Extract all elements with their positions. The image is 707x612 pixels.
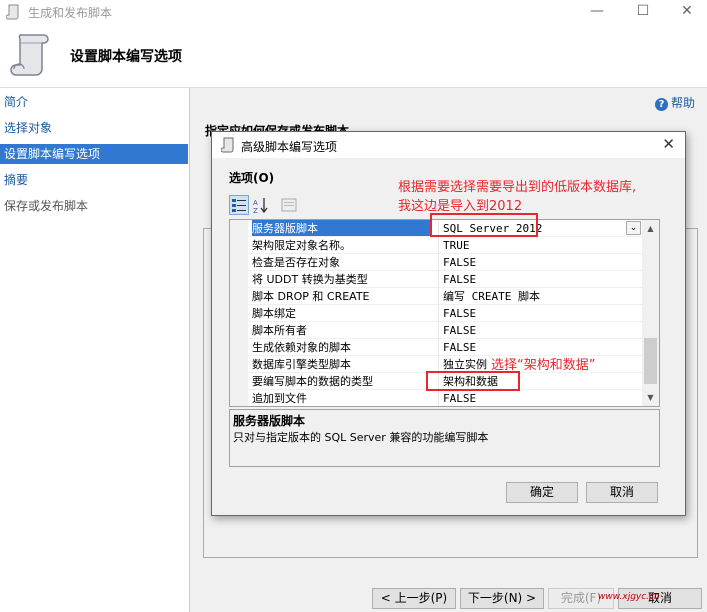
ok-button[interactable]: 确定 [506,482,578,503]
scroll-up-icon[interactable]: ▲ [642,220,659,237]
property-value[interactable]: FALSE [438,390,643,406]
property-name: 追加到文件 [252,392,307,405]
svg-text:A: A [253,199,258,207]
sidebar-item-intro[interactable]: 简介 [0,92,188,112]
minimize-button[interactable]: — [575,0,619,24]
property-value[interactable]: FALSE [438,254,643,271]
property-name: 脚本所有者 [252,324,307,337]
scrollbar-thumb[interactable] [644,338,657,384]
property-row[interactable]: 检查是否存在对象 FALSE [248,254,643,271]
property-value[interactable]: 编写 CREATE 脚本 [438,288,643,305]
help-icon: ? [655,98,668,111]
dropdown-arrow-icon[interactable]: ⌄ [626,221,641,235]
script-scroll-icon [6,4,19,20]
sidebar-item-summary[interactable]: 摘要 [0,170,188,190]
page-title: 设置脚本编写选项 [70,49,182,65]
property-value[interactable]: FALSE [438,305,643,322]
next-button[interactable]: 下一步(N) > [460,588,544,609]
sidebar: 简介 选择对象 设置脚本编写选项 摘要 保存或发布脚本 [0,88,190,612]
property-value[interactable]: FALSE [438,322,643,339]
property-description-panel: 服务器版脚本 只对与指定版本的 SQL Server 兼容的功能编写脚本 [229,409,660,467]
property-value[interactable]: TRUE [438,237,643,254]
svg-text:Z: Z [253,207,258,214]
window-close-button[interactable]: ✕ [665,0,707,24]
property-row[interactable]: 将 UDDT 转换为基类型 FALSE [248,271,643,288]
property-value[interactable]: FALSE [438,271,643,288]
property-name: 架构限定对象名称。 [252,239,351,252]
property-name: 数据库引擎类型脚本 [252,358,351,371]
dialog-title: 高级脚本编写选项 [241,140,338,154]
maximize-button[interactable]: ☐ [621,0,665,24]
window-title-bar: 生成和发布脚本 — ☐ ✕ [0,0,707,24]
help-link[interactable]: ? 帮助 [655,94,695,111]
property-pages-icon [279,195,299,215]
property-name: 生成依赖对象的脚本 [252,341,351,354]
categorized-view-icon[interactable] [229,195,249,215]
annotation-note-line2: 我这边是导入到2012 [398,199,523,214]
script-scroll-icon [10,34,49,76]
property-row[interactable]: 脚本绑定 FALSE [248,305,643,322]
sidebar-item-save-publish: 保存或发布脚本 [4,199,89,213]
watermark: www.xjgyc.cn [598,592,660,602]
property-name: 脚本绑定 [252,307,296,320]
dialog-close-button[interactable]: ✕ [662,135,675,153]
window-title: 生成和发布脚本 [28,6,113,20]
help-label: 帮助 [671,96,696,110]
property-name: 服务器版脚本 [252,220,432,236]
previous-button[interactable]: < 上一步(P) [372,588,456,609]
annotation-highlight-server-version [430,213,538,237]
sidebar-item-scripting-options[interactable]: 设置脚本编写选项 [0,144,188,164]
script-scroll-icon [221,137,234,153]
annotation-note-line1: 根据需要选择需要导出到的低版本数据库, [398,180,637,195]
dialog-title-bar: 高级脚本编写选项 ✕ [212,132,685,158]
grid-gutter [230,220,248,406]
dialog-cancel-button[interactable]: 取消 [586,482,658,503]
property-name: 要编写脚本的数据的类型 [252,375,373,388]
scroll-down-icon[interactable]: ▼ [642,389,659,406]
property-name: 检查是否存在对象 [252,256,340,269]
sidebar-item-choose-objects[interactable]: 选择对象 [0,118,188,138]
description-title: 服务器版脚本 [233,414,306,428]
annotation-highlight-data-type [426,371,520,391]
page-header: 设置脚本编写选项 [0,24,707,88]
description-text: 只对与指定版本的 SQL Server 兼容的功能编写脚本 [233,431,489,444]
property-row[interactable]: 追加到文件 FALSE [248,390,643,406]
alphabetical-sort-icon[interactable]: AZ [251,195,271,215]
property-row[interactable]: 架构限定对象名称。 TRUE [248,237,643,254]
property-row[interactable]: 脚本 DROP 和 CREATE 编写 CREATE 脚本 [248,288,643,305]
vertical-scrollbar[interactable]: ▲ ▼ [642,220,659,406]
property-name: 将 UDDT 转换为基类型 [252,273,368,286]
options-label: 选项(O) [229,171,275,185]
property-row[interactable]: 脚本所有者 FALSE [248,322,643,339]
property-name: 脚本 DROP 和 CREATE [252,290,370,303]
